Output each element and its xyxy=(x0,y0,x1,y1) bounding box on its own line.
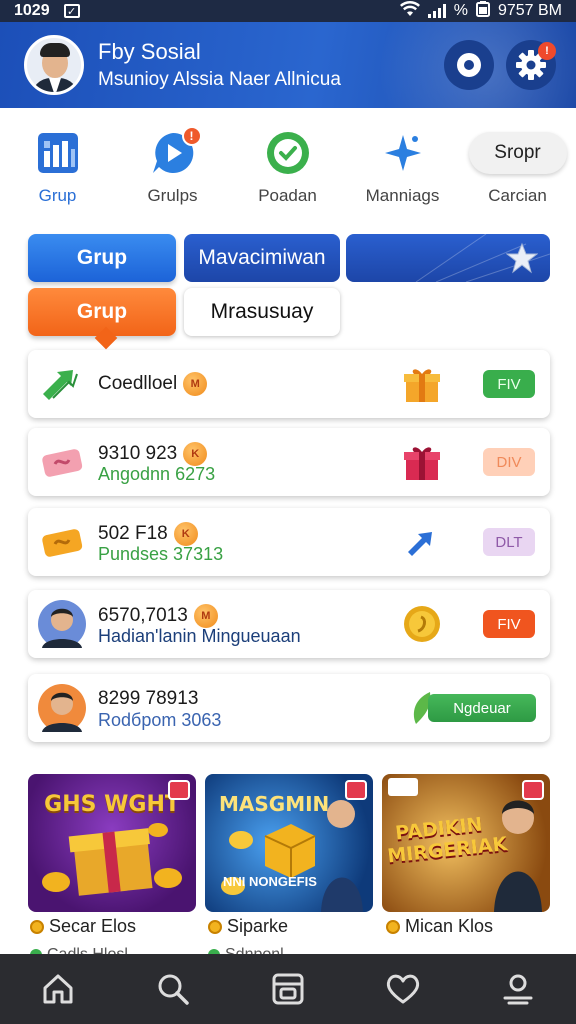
toggle-icon xyxy=(457,53,481,77)
search-icon xyxy=(158,974,189,1005)
notification-badge: ! xyxy=(538,42,556,60)
list-item[interactable]: Coedlloel M FIV xyxy=(28,350,550,418)
promo-card[interactable]: MASGMIN NNI NONGEFIS xyxy=(205,774,373,912)
exchange-arrows-icon xyxy=(400,520,444,564)
quick-nav: Grup ! Grulps Poadan Manniags Sropr Carc… xyxy=(0,126,576,218)
item-action-button[interactable]: FIV xyxy=(483,370,535,398)
tab-mrasusuay[interactable]: Mrasusuay xyxy=(184,288,340,336)
check-circle-icon xyxy=(263,128,313,178)
notification-check-icon: ✓ xyxy=(63,4,80,18)
battery-icon xyxy=(475,0,490,22)
gift-box-icon xyxy=(400,440,444,484)
tab-favorites[interactable] xyxy=(346,234,550,282)
ticket-icon xyxy=(38,438,86,486)
inbox-icon xyxy=(272,973,304,1005)
quick-item-grup[interactable]: Grup xyxy=(0,128,115,218)
promo-card[interactable]: GHS WGHT xyxy=(28,774,196,912)
ticket-icon xyxy=(38,518,86,566)
item-title: Coedlloel xyxy=(98,373,178,394)
grid-chart-icon xyxy=(33,128,83,178)
tab-mavacimiwan[interactable]: Mavacimiwan xyxy=(184,234,340,282)
nav-profile[interactable] xyxy=(488,959,548,1019)
home-icon xyxy=(43,974,73,1004)
quick-label: Manniags xyxy=(365,186,440,205)
status-clock: 9757 BM xyxy=(497,2,562,19)
profile-icon xyxy=(503,974,533,1005)
quick-item-grulps[interactable]: ! Grulps xyxy=(115,126,230,218)
item-action-button[interactable]: DIV xyxy=(483,448,535,476)
quick-label: Grulps xyxy=(147,186,198,205)
coin-icon xyxy=(208,919,222,934)
gift-box-icon xyxy=(400,362,444,406)
sropr-button[interactable]: Sropr xyxy=(468,132,567,174)
item-action-button[interactable]: FIV xyxy=(483,610,535,638)
list-item[interactable]: 6570,7013 M Hadian'lanin Mingueuaan FIV xyxy=(28,590,550,658)
coin-icon xyxy=(400,602,444,646)
item-action-button[interactable]: Ngdeuar xyxy=(428,694,536,722)
nav-inbox[interactable] xyxy=(258,959,318,1019)
item-title: 502 F18 xyxy=(98,523,168,544)
bottom-nav xyxy=(0,954,576,1024)
item-title: 8299 78913 xyxy=(98,688,199,709)
play-chat-icon: ! xyxy=(148,126,202,178)
quick-item-carcian[interactable]: Sropr Carcian xyxy=(460,128,575,218)
promo-caption: Secar Elos xyxy=(30,916,136,937)
status-bar: 1029 ✓ % 9757 BM xyxy=(0,0,576,22)
quick-item-manniags[interactable]: Manniags xyxy=(345,128,460,218)
promo-banner: NNI NONGEFIS xyxy=(223,874,317,889)
user-avatar xyxy=(38,684,86,732)
quick-label: Poadan xyxy=(258,186,317,205)
list-item[interactable]: 502 F18 K Pundses 37313 DLT xyxy=(28,508,550,576)
item-title: 6570,7013 xyxy=(98,605,188,626)
item-subtitle: Hadian'lanin Mingueuaan xyxy=(98,626,301,646)
promo-caption: Siparke xyxy=(208,916,288,937)
item-subtitle: Pundses 37313 xyxy=(98,544,224,564)
profile-name: Fby Sosial xyxy=(98,39,201,64)
tab-grup-primary[interactable]: Grup xyxy=(28,234,176,282)
coin-tag: M xyxy=(193,604,218,628)
item-subtitle: Angodnn 6273 xyxy=(98,464,216,484)
notification-badge: ! xyxy=(181,126,202,146)
list-item[interactable]: 8299 78913 Rodбpom 3063 Ngdeuar xyxy=(28,674,550,742)
item-action-button[interactable]: DLT xyxy=(483,528,535,556)
status-time: 1029 xyxy=(14,2,50,19)
coin-tag: M xyxy=(183,372,208,396)
promo-card[interactable]: PADIKIN MIRGERIAK xyxy=(382,774,550,912)
gold-gift-icon xyxy=(42,823,182,896)
wifi-icon xyxy=(399,0,420,22)
coin-tag: K xyxy=(183,442,208,466)
toggle-button[interactable] xyxy=(444,40,494,90)
item-title: 9310 923 xyxy=(98,443,178,464)
heart-icon xyxy=(387,974,420,1004)
avatar[interactable] xyxy=(24,35,84,95)
nav-favorites[interactable] xyxy=(373,959,433,1019)
exchange-arrows-icon xyxy=(38,360,86,408)
profile-subtitle: Msunioy Alssia Naer Allnicua xyxy=(98,69,341,90)
quick-item-poadan[interactable]: Poadan xyxy=(230,128,345,218)
settings-button[interactable]: ! xyxy=(506,40,556,90)
battery-percent: % xyxy=(453,2,468,19)
quick-label: Grup xyxy=(38,186,77,205)
coin-icon xyxy=(386,919,400,934)
profile-header: Fby Sosial Msunioy Alssia Naer Allnicua … xyxy=(0,22,576,108)
item-subtitle: Rodбpom 3063 xyxy=(98,710,222,730)
coin-tag: K xyxy=(173,522,198,546)
quick-label: Carcian xyxy=(488,186,547,205)
list-item[interactable]: 9310 923 K Angodnn 6273 DIV xyxy=(28,428,550,496)
nav-search[interactable] xyxy=(143,959,203,1019)
signal-icon xyxy=(427,4,446,18)
nav-home[interactable] xyxy=(28,959,88,1019)
promo-caption: Mican Klos xyxy=(386,916,493,937)
star-icon xyxy=(506,242,538,274)
gold-cube-icon xyxy=(221,800,363,912)
star-sparkle-icon xyxy=(378,128,428,178)
user-avatar xyxy=(38,600,86,648)
coin-icon xyxy=(30,919,44,934)
